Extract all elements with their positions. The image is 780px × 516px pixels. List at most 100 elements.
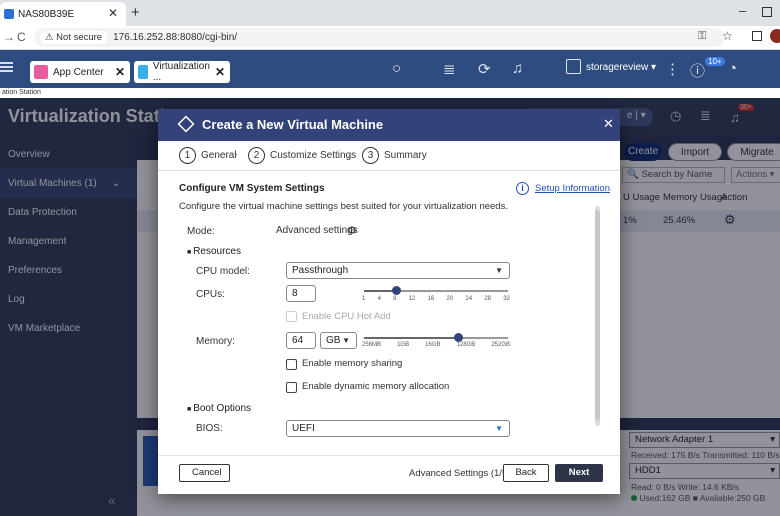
memory-slider-handle[interactable] [454, 333, 463, 342]
step-number: 2 [248, 146, 265, 164]
url-text: 176.16.252.88:8080/cgi-bin/ [113, 32, 238, 43]
resources-heading: Resources [187, 246, 241, 257]
setup-information-link[interactable]: i Setup Information [516, 182, 610, 195]
slider-tick-label: 256MB [362, 342, 382, 348]
cpu-hot-add-checkbox[interactable] [286, 311, 297, 322]
step-label: Customize Settings [270, 149, 357, 161]
url-field[interactable]: ⚠ Not secure 176.16.252.88:8080/cgi-bin/ [34, 28, 724, 47]
qnap-favicon-icon [4, 9, 14, 19]
search-icon[interactable]: ○ [392, 60, 401, 77]
window-caption: ation Station [0, 88, 780, 98]
divider [158, 455, 620, 456]
cpu-model-label: CPU model: [196, 266, 250, 277]
browser-tab-title: NAS80B39E [18, 8, 75, 20]
virtualization-station-icon [138, 65, 148, 79]
memory-slider-ticks: 256MB 1GB 16GB 128GB 252GB [362, 342, 510, 348]
not-secure-badge[interactable]: ⚠ Not secure [40, 31, 108, 44]
cpus-label: CPUs: [196, 289, 225, 300]
dashboard-gauge-icon[interactable]: ◔ [728, 60, 737, 77]
step-label: Summary [384, 149, 427, 161]
boot-options-heading: Boot Options [187, 403, 251, 414]
notification-count-badge: 10+ [705, 57, 725, 66]
mode-value: Advanced settings [276, 225, 358, 236]
bios-label: BIOS: [196, 423, 223, 434]
cpu-model-select[interactable]: Passthrough ▼ [286, 262, 510, 279]
back-button[interactable]: Back [503, 464, 549, 482]
virtualization-tab-label: Virtualization ... [152, 61, 210, 83]
app-center-window-tab[interactable]: App Center ✕ [30, 61, 130, 83]
section-title: Configure VM System Settings [179, 183, 325, 194]
not-secure-label: Not secure [56, 32, 103, 43]
reload-icon[interactable]: C [17, 30, 26, 44]
close-tab-icon[interactable]: ✕ [108, 6, 118, 20]
slider-tick-label: 16 [427, 296, 435, 302]
setup-information-label: Setup Information [535, 183, 610, 194]
step-general[interactable]: 1 General [179, 145, 237, 165]
dynamic-memory-label: Enable dynamic memory allocation [302, 381, 450, 392]
slider-tick-label: 20 [446, 296, 454, 302]
bios-select[interactable]: UEFI ▼ [286, 420, 510, 437]
info-icon: i [516, 182, 529, 195]
virtualization-window-tab[interactable]: Virtualization ... ✕ [134, 61, 230, 83]
section-description: Configure the virtual machine settings b… [179, 201, 508, 212]
profile-avatar[interactable] [770, 29, 780, 43]
username-menu[interactable]: storagereview ▾ [586, 62, 656, 73]
cpus-slider-ticks: 1 4 8 12 16 20 24 28 32 [362, 296, 510, 302]
slider-tick-label: 128GB [456, 342, 476, 348]
slider-tick-label: 252GB [491, 342, 510, 348]
more-options-icon[interactable]: ⋮ [665, 60, 680, 78]
minimize-window-icon[interactable]: – [739, 3, 746, 18]
browser-tab[interactable]: NAS80B39E ✕ [0, 2, 126, 26]
tasks-icon[interactable]: ≣ [443, 60, 456, 78]
slider-tick-label: 8 [393, 296, 397, 302]
app-center-label: App Center [53, 66, 104, 78]
side-panel-icon[interactable] [752, 31, 762, 41]
step-chevron-icon: › [348, 149, 352, 160]
bookmark-star-icon[interactable]: ☆ [722, 29, 733, 43]
step-number: 1 [179, 146, 196, 164]
app-center-icon [34, 65, 48, 79]
new-tab-button[interactable]: + [131, 4, 140, 21]
system-status-icon[interactable]: ⓘ [690, 60, 705, 81]
user-icon[interactable] [566, 59, 581, 74]
mode-label: Mode: [187, 226, 215, 237]
close-icon[interactable]: ✕ [215, 65, 225, 79]
slider-tick-label: 12 [408, 296, 416, 302]
dynamic-memory-checkbox[interactable] [286, 382, 297, 393]
divider [158, 170, 620, 171]
close-icon[interactable]: ✕ [115, 65, 125, 79]
gear-icon[interactable]: ⚙ [347, 224, 357, 237]
maximize-window-icon[interactable] [762, 7, 772, 17]
dialog-title: Create a New Virtual Machine [202, 117, 384, 132]
scrollbar-thumb[interactable] [595, 210, 600, 420]
notification-bell-icon[interactable]: ♫ [512, 60, 523, 77]
advanced-settings-progress: Advanced Settings (1/5) [409, 468, 511, 479]
slider-tick-label: 24 [465, 296, 473, 302]
next-button[interactable]: Next [555, 464, 603, 482]
step-number: 3 [362, 146, 379, 164]
caret-down-icon: ▼ [495, 266, 503, 275]
sync-icon[interactable]: ⟳ [478, 60, 491, 78]
cpu-hot-add-label: Enable CPU Hot Add [302, 311, 391, 322]
caret-down-icon: ▼ [495, 424, 503, 433]
memory-slider-fill [364, 337, 458, 339]
memory-unit-select[interactable]: GB ▼ [320, 332, 357, 349]
cancel-button[interactable]: Cancel [179, 464, 230, 482]
forward-icon[interactable]: → [3, 30, 15, 44]
slider-tick-label: 16GB [425, 342, 441, 348]
step-customize-settings[interactable]: 2 Customize Settings [248, 145, 356, 165]
password-key-icon[interactable]: ⚿ [698, 30, 706, 43]
step-label: General [201, 149, 237, 161]
caret-down-icon: ▼ [342, 336, 350, 345]
close-icon[interactable]: ✕ [603, 116, 614, 132]
step-summary[interactable]: 3 Summary [362, 145, 427, 165]
slider-tick-label: 1 [362, 296, 366, 302]
memory-input[interactable]: 64 [286, 332, 316, 349]
slider-tick-label: 1GB [397, 342, 410, 348]
slider-tick-label: 28 [484, 296, 491, 302]
main-menu-icon[interactable] [0, 62, 13, 64]
memory-sharing-checkbox[interactable] [286, 359, 297, 370]
cpus-slider-handle[interactable] [392, 286, 401, 295]
memory-label: Memory: [196, 336, 235, 347]
cpus-input[interactable]: 8 [286, 285, 316, 302]
